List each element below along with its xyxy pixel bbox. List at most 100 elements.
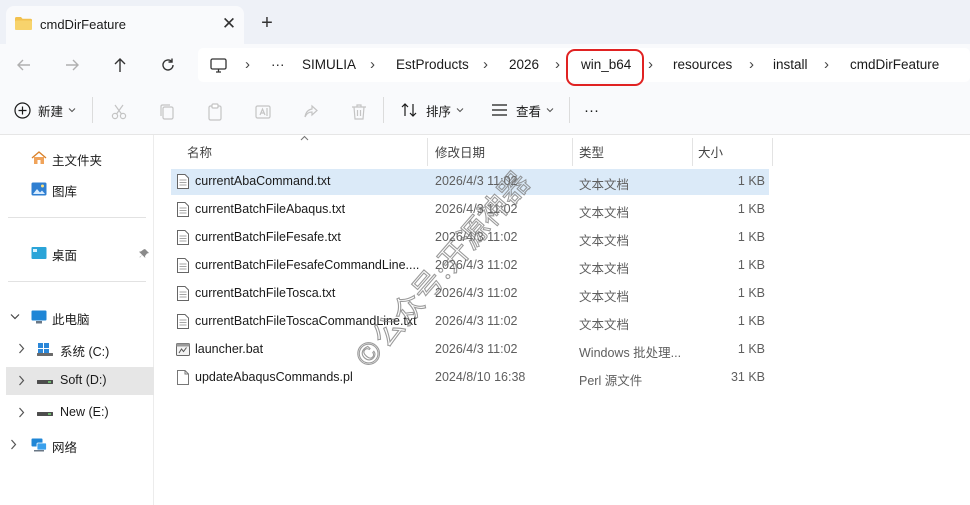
sidebar-item-label: Soft (D:) — [60, 373, 107, 387]
text-file-icon — [177, 174, 189, 189]
desktop-icon — [31, 247, 47, 259]
breadcrumb-separator: › — [245, 56, 250, 73]
command-bar: 新建 排序 查看 ··· — [0, 86, 970, 135]
close-tab-button[interactable]: ✕ — [218, 13, 240, 35]
sidebar-item-label: 此电脑 — [52, 313, 90, 327]
sidebar-item-home[interactable]: 主文件夹 — [6, 144, 154, 172]
column-divider[interactable] — [427, 138, 428, 166]
network-icon — [31, 438, 47, 452]
chevron-right-icon[interactable] — [18, 343, 25, 354]
chevron-right-icon[interactable] — [10, 439, 17, 450]
chevron-right-icon[interactable] — [18, 407, 25, 418]
column-divider[interactable] — [772, 138, 773, 166]
rename-icon[interactable] — [253, 102, 273, 122]
sort-button-label: 排序 — [426, 104, 452, 119]
file-row[interactable]: launcher.bat 2026/4/3 11:02 Windows 批处理.… — [171, 337, 769, 363]
sidebar-item-network[interactable]: 网络 — [6, 431, 154, 459]
sidebar-item-gallery[interactable]: 图库 — [6, 175, 154, 203]
file-type: 文本文档 — [579, 290, 630, 304]
windows-drive-icon — [37, 343, 53, 356]
navigation-pane: 主文件夹 图库 桌面 此电脑 系统 (C:) Soft (D:) New (E:… — [0, 135, 154, 505]
sidebar-item-this-pc[interactable]: 此电脑 — [6, 303, 154, 331]
file-date: 2026/4/3 11:02 — [435, 202, 518, 216]
chevron-right-icon[interactable] — [18, 375, 25, 386]
divider — [8, 217, 146, 218]
file-row[interactable]: currentBatchFileTosca.txt 2026/4/3 11:02… — [171, 281, 769, 307]
arrow-left-icon — [17, 59, 30, 71]
file-row[interactable]: currentBatchFileToscaCommandLine.txt 202… — [171, 309, 769, 335]
file-date: 2026/4/3 11:02 — [435, 258, 518, 272]
chevron-down-icon — [68, 108, 76, 113]
navigation-bar: › ··· SIMULIA › EstProducts › 2026 › win… — [0, 44, 970, 86]
file-date: 2026/4/3 11:02 — [435, 230, 518, 244]
breadcrumb-resources[interactable]: resources — [673, 48, 732, 82]
file-size: 1 KB — [737, 342, 765, 356]
share-icon[interactable] — [301, 102, 321, 122]
breadcrumb-overflow-button[interactable]: ··· — [271, 48, 285, 82]
breadcrumb-cmddirfeature[interactable]: cmdDirFeature — [850, 48, 939, 82]
file-type: 文本文档 — [579, 178, 630, 192]
refresh-button[interactable] — [154, 52, 182, 78]
sidebar-item-desktop[interactable]: 桌面 — [6, 239, 154, 267]
file-row[interactable]: currentBatchFileAbaqus.txt 2026/4/3 11:0… — [171, 197, 769, 223]
divider — [92, 97, 93, 123]
file-date: 2026/4/3 11:02 — [435, 286, 518, 300]
tab-cmddirfeature[interactable]: cmdDirFeature ✕ — [6, 6, 244, 44]
drive-icon — [37, 412, 53, 416]
file-row[interactable]: currentBatchFileFesafeCommandLine.... 20… — [171, 253, 769, 279]
forward-button[interactable] — [58, 52, 86, 78]
sidebar-item-label: 系统 (C:) — [60, 345, 110, 359]
breadcrumb-separator: › — [370, 56, 375, 73]
column-header-type[interactable]: 类型 — [579, 142, 604, 161]
breadcrumb-install[interactable]: install — [773, 48, 808, 82]
file-date: 2026/4/3 11:02 — [435, 314, 518, 328]
column-divider[interactable] — [572, 138, 573, 166]
file-type: Perl 源文件 — [579, 374, 643, 388]
computer-icon — [31, 310, 47, 324]
chevron-down-icon — [546, 108, 554, 113]
sidebar-item-drive-c[interactable]: 系统 (C:) — [6, 335, 154, 363]
tab-title: cmdDirFeature — [40, 17, 126, 32]
delete-icon[interactable] — [349, 102, 369, 122]
pin-icon[interactable] — [139, 248, 150, 259]
sidebar-item-drive-e[interactable]: New (E:) — [6, 399, 154, 427]
column-header-name[interactable]: 名称 — [187, 142, 212, 161]
paste-icon[interactable] — [205, 102, 225, 122]
file-name: currentBatchFileTosca.txt — [195, 286, 336, 300]
breadcrumb-2026[interactable]: 2026 — [509, 48, 539, 82]
file-type: 文本文档 — [579, 318, 630, 332]
view-button[interactable]: 查看 — [491, 99, 554, 121]
text-file-icon — [177, 230, 189, 245]
file-size: 1 KB — [737, 286, 765, 300]
file-name: currentAbaCommand.txt — [195, 174, 331, 188]
back-button[interactable] — [10, 52, 38, 78]
divider — [569, 97, 570, 123]
file-type: Windows 批处理... — [579, 346, 682, 360]
file-row[interactable]: currentAbaCommand.txt 2026/4/3 11:02 文本文… — [171, 169, 769, 195]
column-header-date[interactable]: 修改日期 — [435, 142, 485, 161]
new-tab-button[interactable]: + — [256, 13, 278, 35]
sidebar-item-label: New (E:) — [60, 405, 109, 419]
file-type: 文本文档 — [579, 262, 630, 276]
copy-icon[interactable] — [157, 102, 177, 122]
file-type: 文本文档 — [579, 206, 630, 220]
monitor-icon — [210, 58, 227, 73]
breadcrumb-estproducts[interactable]: EstProducts — [396, 48, 469, 82]
column-divider[interactable] — [692, 138, 693, 166]
sort-button[interactable]: 排序 — [401, 99, 464, 121]
file-type: 文本文档 — [579, 234, 630, 248]
more-options-button[interactable]: ··· — [584, 99, 599, 121]
new-button[interactable]: 新建 — [14, 99, 76, 121]
file-size: 1 KB — [737, 314, 765, 328]
file-row[interactable]: updateAbaqusCommands.pl 2024/8/10 16:38 … — [171, 365, 769, 391]
file-row[interactable]: currentBatchFileFesafe.txt 2026/4/3 11:0… — [171, 225, 769, 251]
file-size: 1 KB — [737, 202, 765, 216]
breadcrumb-separator: › — [483, 56, 488, 73]
breadcrumb-simulia[interactable]: SIMULIA — [302, 48, 356, 82]
column-header-size[interactable]: 大小 — [698, 142, 723, 161]
chevron-down-icon[interactable] — [10, 313, 20, 320]
text-file-icon — [177, 314, 189, 329]
up-button[interactable] — [106, 52, 134, 78]
cut-icon[interactable] — [109, 102, 129, 122]
sidebar-item-drive-d[interactable]: Soft (D:) — [6, 367, 154, 395]
